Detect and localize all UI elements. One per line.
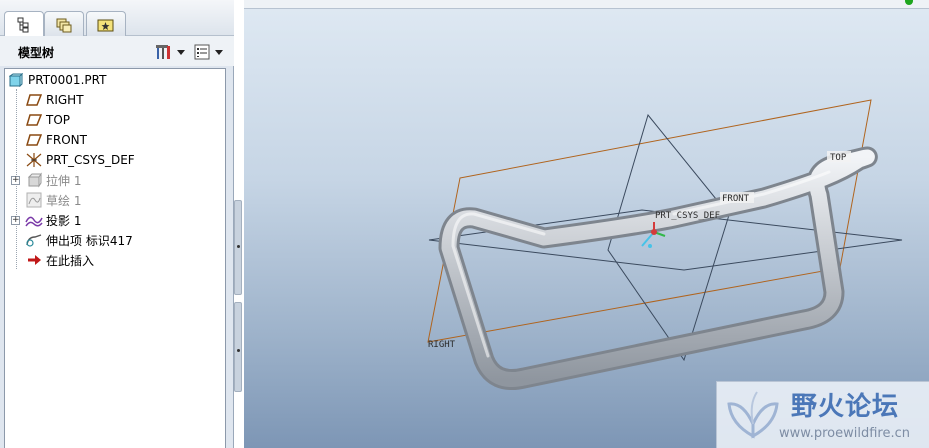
projection-icon — [25, 212, 43, 228]
sketch-icon — [25, 192, 43, 208]
favorites-tab-icon — [97, 19, 114, 31]
sweep-protrusion-icon — [25, 232, 43, 248]
datum-plane-icon — [25, 92, 43, 108]
tree-item-extrude[interactable]: 拉伸 1 — [25, 170, 81, 190]
tree-item-protrusion[interactable]: 伸出项 标识417 — [25, 230, 133, 250]
datum-plane-right[interactable] — [607, 113, 730, 362]
csys-label: PRT_CSYS_DEF — [655, 211, 720, 221]
model-tree-header: 模型树 — [0, 36, 234, 66]
insert-here-arrow-icon — [25, 252, 43, 268]
folder-browser-tab[interactable] — [44, 11, 84, 37]
tree-item-part[interactable]: PRT0001.PRT — [7, 70, 106, 90]
forum-logo-icon — [727, 391, 779, 439]
forum-watermark: 野火论坛 www.proewildfire.cn — [716, 381, 929, 448]
watermark-url: www.proewildfire.cn — [779, 426, 910, 441]
tree-settings-icon — [156, 45, 170, 59]
tree-show-button[interactable] — [193, 42, 227, 62]
datum-label-front: FRONT — [722, 194, 750, 204]
model-tree: PRT0001.PRT RIGHT TOP FRONT PRT_CSYS_DEF — [4, 68, 226, 448]
tree-item-label: 草绘 1 — [46, 193, 82, 208]
model-tree-tab-icon — [17, 17, 29, 33]
swept-tube-part[interactable] — [438, 146, 878, 390]
tree-item-top[interactable]: TOP — [25, 110, 70, 130]
datum-label-top: TOP — [830, 153, 847, 163]
tree-item-label: RIGHT — [46, 93, 84, 107]
expand-toggle[interactable]: + — [11, 176, 20, 185]
chevron-down-icon — [215, 49, 223, 55]
tree-show-icon — [194, 44, 210, 60]
tree-settings-button[interactable] — [153, 42, 187, 62]
tree-item-label: 投影 1 — [46, 213, 82, 228]
expand-toggle[interactable]: + — [11, 216, 20, 225]
panel-splitter-handle-lower[interactable] — [234, 302, 242, 392]
grip-dot — [237, 245, 240, 248]
tree-item-projection[interactable]: 投影 1 — [25, 210, 81, 230]
tree-item-csys[interactable]: PRT_CSYS_DEF — [25, 150, 135, 170]
favorites-tab[interactable] — [86, 11, 126, 37]
graphics-top-strip — [244, 0, 929, 9]
tree-item-label: PRT0001.PRT — [28, 73, 107, 87]
datum-label-right: RIGHT — [428, 340, 456, 350]
datum-plane-icon — [25, 112, 43, 128]
folder-browser-tab-icon — [56, 18, 72, 32]
watermark-title: 野火论坛 — [791, 392, 900, 422]
extrude-icon — [25, 172, 43, 188]
tree-item-label: 拉伸 1 — [46, 173, 82, 188]
tree-item-right[interactable]: RIGHT — [25, 90, 84, 110]
tree-item-front[interactable]: FRONT — [25, 130, 87, 150]
chevron-down-icon — [177, 49, 185, 55]
model-tree-title: 模型树 — [18, 46, 55, 60]
model-tree-tab[interactable] — [4, 11, 44, 38]
tree-item-label: PRT_CSYS_DEF — [46, 153, 135, 167]
grip-dot — [237, 349, 240, 352]
panel-splitter-handle[interactable] — [234, 200, 242, 295]
csys-icon — [25, 152, 43, 168]
navigator-tabs — [0, 0, 234, 38]
tree-item-sketch[interactable]: 草绘 1 — [25, 190, 81, 210]
tree-item-label: TOP — [46, 113, 71, 127]
tree-item-label: 伸出项 标识417 — [46, 233, 133, 248]
part-icon — [7, 72, 25, 88]
tree-item-label: 在此插入 — [46, 253, 95, 268]
navigator-panel: 模型树 PRT0001.PRT RIGHT TOP FRONT PRT_CSYS… — [0, 0, 234, 448]
tree-item-label: FRONT — [46, 133, 87, 147]
tree-item-insert-here[interactable]: 在此插入 — [25, 250, 94, 270]
datum-plane-icon — [25, 132, 43, 148]
